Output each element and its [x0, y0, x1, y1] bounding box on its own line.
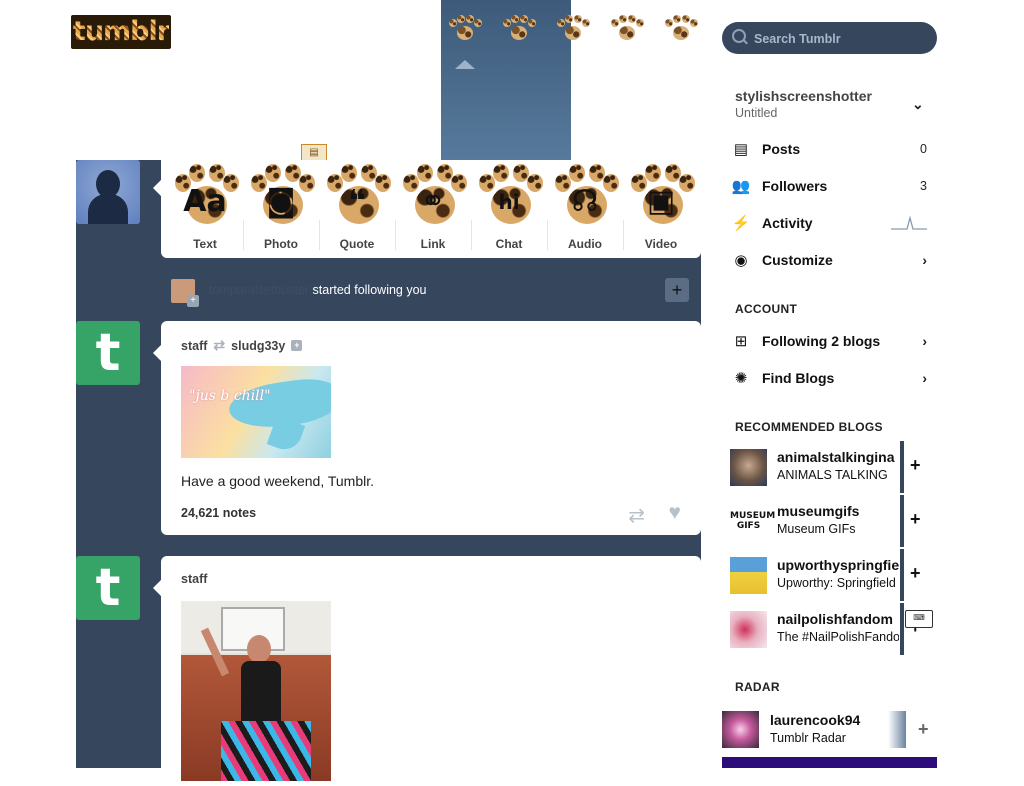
- post-image[interactable]: [181, 601, 331, 781]
- recommended-blog[interactable]: nailpolishfandom The #NailPolishFandom +: [730, 603, 930, 655]
- posts-icon: ▤: [733, 141, 749, 158]
- follow-back-button[interactable]: +: [665, 278, 689, 302]
- reblog-small-icon: ⇄: [213, 337, 226, 353]
- blog-avatar[interactable]: [730, 449, 767, 486]
- post-box-notch: [153, 180, 161, 196]
- radar-blog-name[interactable]: laurencook94: [770, 712, 860, 728]
- explore-paw-icon[interactable]: [499, 14, 539, 42]
- recommended-heading: RECOMMENDED BLOGS: [735, 420, 883, 434]
- staff-avatar[interactable]: t: [76, 556, 140, 620]
- chevron-down-icon[interactable]: ⌄: [912, 96, 924, 113]
- sidebar-item-find-blogs[interactable]: ✺ Find Blogs ›: [732, 366, 927, 390]
- post-header: staff: [181, 572, 207, 586]
- post-image[interactable]: "jus b chill": [181, 366, 331, 458]
- post-type-photo[interactable]: ◙ Photo: [243, 160, 319, 258]
- notes-count[interactable]: 24,621 notes: [181, 506, 256, 520]
- sidebar-item-following[interactable]: ⊞ Following 2 blogs ›: [732, 329, 927, 353]
- blog-avatar[interactable]: [730, 611, 767, 648]
- post-notch: [153, 580, 161, 596]
- radar-item: laurencook94 Tumblr Radar +: [722, 711, 937, 755]
- messages-paw-icon[interactable]: [607, 14, 647, 42]
- follow-blog-button[interactable]: +: [910, 455, 921, 476]
- image-caption: "jus b chill": [189, 388, 271, 404]
- sidebar-item-activity[interactable]: ⚡ Activity: [732, 211, 927, 235]
- post-notch: [153, 345, 161, 361]
- radar-avatar[interactable]: [722, 711, 759, 748]
- recommended-blog[interactable]: upworthyspringfie Upworthy: Springfield …: [730, 549, 930, 601]
- search-icon: [732, 29, 746, 43]
- followers-count: 3: [920, 179, 927, 193]
- customize-eye-icon: ◉: [734, 252, 748, 269]
- post-body-text: Have a good weekend, Tumblr.: [181, 473, 375, 489]
- account-paw-icon[interactable]: [661, 14, 701, 42]
- post-type-bar: Aa Text ◙ Photo ❝ Quote ⚭ Link hi Chat ☊…: [161, 160, 701, 258]
- sidebar-item-customize[interactable]: ◉ Customize ›: [732, 248, 927, 272]
- follower-avatar[interactable]: +: [171, 279, 199, 307]
- post-header: staff ⇄ sludg33y +: [181, 337, 303, 354]
- find-blogs-icon: ✺: [734, 370, 748, 387]
- heart-icon[interactable]: ♥: [669, 501, 681, 525]
- recommended-blog[interactable]: animalstalkingina ANIMALS TALKING +: [730, 441, 930, 493]
- post-card: staff ⇄ sludg33y + "jus b chill" Have a …: [161, 321, 701, 535]
- post-type-text[interactable]: Aa Text: [167, 160, 243, 258]
- post-type-audio[interactable]: ☊ Audio: [547, 160, 623, 258]
- chevron-right-icon: ›: [922, 252, 927, 268]
- follow-notification: + tomparalsetbuster started following yo…: [161, 276, 701, 308]
- reblogged-from[interactable]: sludg33y: [231, 339, 285, 353]
- blog-avatar[interactable]: MUSEUM GIFS: [730, 503, 775, 540]
- tumblr-logo[interactable]: tumblr: [71, 15, 171, 49]
- chevron-right-icon: ›: [922, 370, 927, 386]
- posts-count: 0: [920, 142, 927, 156]
- activity-icon: ⚡: [731, 215, 751, 232]
- follow-blog-button[interactable]: +: [918, 719, 929, 740]
- sidebar-item-posts[interactable]: ▤ Posts 0: [732, 137, 927, 161]
- post-author[interactable]: staff: [181, 572, 207, 586]
- top-nav: [445, 14, 701, 42]
- search-bar: [722, 22, 937, 54]
- reblog-icon[interactable]: ⇄: [628, 503, 645, 528]
- activity-sparkline-icon: [891, 215, 927, 230]
- post-type-video[interactable]: ▣ Video: [623, 160, 699, 258]
- blog-avatar[interactable]: [730, 557, 767, 594]
- blog-title: Untitled: [735, 106, 778, 120]
- search-input[interactable]: [752, 28, 931, 50]
- followers-icon: 👥: [731, 178, 751, 195]
- follow-blog-button[interactable]: +: [910, 509, 921, 530]
- staff-avatar[interactable]: t: [76, 321, 140, 385]
- post-type-link[interactable]: ⚭ Link: [395, 160, 471, 258]
- post-type-chat[interactable]: hi Chat: [471, 160, 547, 258]
- inbox-paw-icon[interactable]: [553, 14, 593, 42]
- home-paw-icon[interactable]: [445, 14, 485, 42]
- following-icon: ⊞: [734, 333, 748, 350]
- blog-name[interactable]: stylishscreenshotter: [735, 88, 872, 104]
- active-nav-caret-icon: [455, 60, 475, 69]
- keyboard-icon[interactable]: ⌨: [905, 610, 933, 628]
- radar-post-image[interactable]: [722, 757, 937, 768]
- radar-source: Tumblr Radar: [770, 731, 846, 745]
- sidebar-item-followers[interactable]: 👥 Followers 3: [732, 174, 927, 198]
- small-plus-icon: +: [187, 295, 199, 307]
- recommended-blog[interactable]: MUSEUM GIFS museumgifs Museum GIFs +: [730, 495, 930, 547]
- follow-plus-icon[interactable]: +: [291, 340, 303, 351]
- account-heading: ACCOUNT: [735, 302, 798, 316]
- user-avatar[interactable]: [76, 160, 140, 224]
- post-author[interactable]: staff: [181, 339, 207, 353]
- post-card: staff: [161, 556, 701, 786]
- post-type-quote[interactable]: ❝ Quote: [319, 160, 395, 258]
- follow-blog-button[interactable]: +: [910, 563, 921, 584]
- radar-heading: RADAR: [735, 680, 780, 694]
- follower-username[interactable]: tomparalsetbuster: [209, 283, 309, 297]
- follow-action-text: started following you: [312, 283, 427, 297]
- chevron-right-icon: ›: [922, 333, 927, 349]
